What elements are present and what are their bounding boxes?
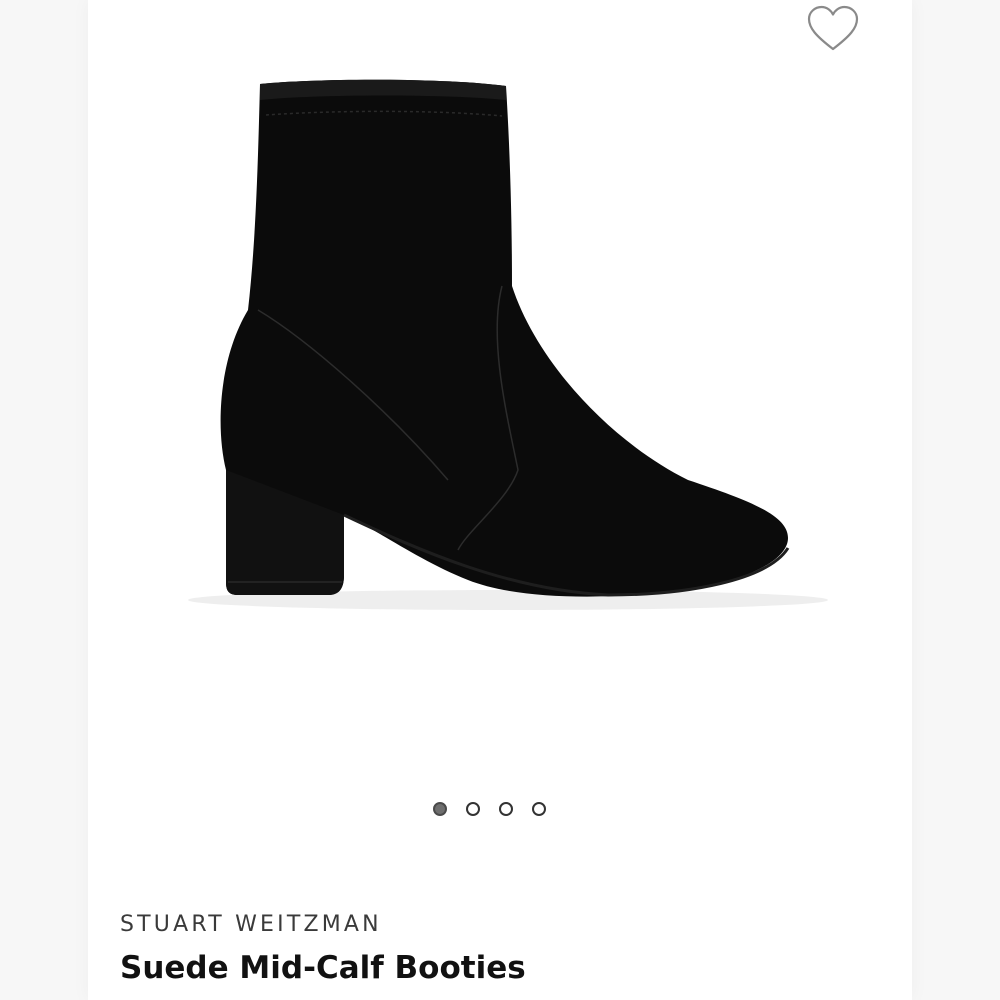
product-image[interactable]	[88, 60, 912, 680]
heart-outline-icon	[807, 5, 859, 51]
product-page: STUART WEITZMAN Suede Mid-Calf Booties	[0, 0, 1000, 1000]
boot-image	[188, 79, 828, 610]
favorite-button[interactable]	[806, 4, 860, 54]
carousel-dot[interactable]	[433, 802, 447, 816]
carousel-dot[interactable]	[532, 802, 546, 816]
carousel-dot[interactable]	[499, 802, 513, 816]
carousel-indicator	[433, 802, 546, 816]
product-brand[interactable]: STUART WEITZMAN	[120, 912, 382, 937]
product-title: Suede Mid-Calf Booties	[120, 950, 526, 986]
carousel-dot[interactable]	[466, 802, 480, 816]
